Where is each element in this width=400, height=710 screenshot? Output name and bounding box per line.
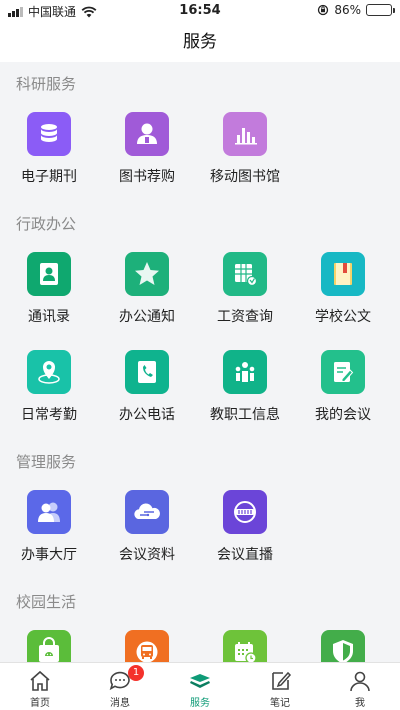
orientation-lock-icon xyxy=(318,4,329,16)
section-title: 管理服务 xyxy=(16,453,77,471)
service-label: 办公电话 xyxy=(119,407,175,423)
home-icon xyxy=(28,669,52,693)
service-item[interactable]: 我的会议 xyxy=(294,342,392,440)
contact-icon[interactable] xyxy=(27,252,71,296)
book-icon[interactable] xyxy=(321,252,365,296)
service-item[interactable]: 办公通知 xyxy=(98,244,196,342)
status-right: 86% xyxy=(317,3,395,17)
layers-icon xyxy=(188,669,212,693)
service-label: 日常考勤 xyxy=(21,407,77,423)
section-title: 行政办公 xyxy=(16,215,77,233)
service-item[interactable]: 电子期刊 xyxy=(0,104,98,202)
calendar-icon[interactable] xyxy=(223,630,267,662)
service-item[interactable]: 学校公文 xyxy=(294,244,392,342)
service-label: 图书荐购 xyxy=(119,169,175,185)
location-icon[interactable] xyxy=(27,350,71,394)
tab-profile[interactable]: 我 xyxy=(320,663,400,710)
users-icon[interactable] xyxy=(27,490,71,534)
database-icon[interactable] xyxy=(27,112,71,156)
status-bar: 中国联通 16:54 86% xyxy=(0,0,400,22)
service-section: 行政办公通讯录 办公通知 工资查询 学校公文日常考勤 办公电话 教职工信息 我的会议 xyxy=(0,202,400,440)
service-section: 校园生活问卷调查校车时刻电子校历一卡通查询 xyxy=(0,580,400,662)
service-item[interactable]: 会议资料 xyxy=(98,482,196,580)
service-item[interactable]: 工资查询 xyxy=(196,244,294,342)
battery-percent: 86% xyxy=(334,3,361,17)
service-item[interactable]: 会议直播 xyxy=(196,482,294,580)
service-item[interactable]: 日常考勤 xyxy=(0,342,98,440)
service-label: 学校公文 xyxy=(315,309,371,325)
people-icon[interactable] xyxy=(223,350,267,394)
tab-label: 笔记 xyxy=(270,698,290,709)
service-label: 教职工信息 xyxy=(210,407,280,423)
tab-label: 首页 xyxy=(30,698,50,709)
star-icon[interactable] xyxy=(125,252,169,296)
broadcast-icon[interactable] xyxy=(223,490,267,534)
service-item[interactable]: 通讯录 xyxy=(0,244,98,342)
spreadsheet-icon[interactable] xyxy=(223,252,267,296)
service-grid: 通讯录 办公通知 工资查询 学校公文日常考勤 办公电话 教职工信息 我的会议 xyxy=(0,244,400,440)
tab-label: 服务 xyxy=(190,698,210,709)
service-section: 管理服务办事大厅 会议资料 会议直播 xyxy=(0,440,400,580)
phone-icon[interactable] xyxy=(125,350,169,394)
service-item[interactable]: 教职工信息 xyxy=(196,342,294,440)
tab-layers[interactable]: 服务 xyxy=(160,663,240,710)
bus-icon[interactable] xyxy=(125,630,169,662)
service-list[interactable]: 科研服务电子期刊 图书荐购 移动图书馆行政办公通讯录 办公通知 工资查询 学校公文日常考勤… xyxy=(0,62,400,662)
service-item[interactable]: 电子校历 xyxy=(196,622,294,662)
service-label: 办公通知 xyxy=(119,309,175,325)
service-item[interactable]: 办公电话 xyxy=(98,342,196,440)
service-item[interactable]: 校车时刻 xyxy=(98,622,196,662)
section-title: 科研服务 xyxy=(16,75,77,93)
service-item[interactable]: 一卡通查询 xyxy=(294,622,392,662)
tab-message[interactable]: 消息 1 xyxy=(80,663,160,710)
tab-note[interactable]: 笔记 xyxy=(240,663,320,710)
service-label: 移动图书馆 xyxy=(210,169,280,185)
service-grid: 办事大厅 会议资料 会议直播 xyxy=(0,482,400,580)
service-label: 我的会议 xyxy=(315,407,371,423)
tab-label: 消息 xyxy=(110,698,130,709)
bag-icon[interactable] xyxy=(27,630,71,662)
battery-icon xyxy=(366,4,395,16)
shield-icon[interactable] xyxy=(321,630,365,662)
service-grid: 电子期刊 图书荐购 移动图书馆 xyxy=(0,104,400,202)
page-title: 服务 xyxy=(183,32,217,52)
section-title: 校园生活 xyxy=(16,593,77,611)
nav-bar: 服务 xyxy=(0,22,400,62)
service-item[interactable]: 问卷调查 xyxy=(0,622,98,662)
tab-bar: 首页 消息 1 服务 笔记 我 xyxy=(0,662,400,710)
service-label: 通讯录 xyxy=(28,309,70,325)
service-grid: 问卷调查校车时刻电子校历一卡通查询 xyxy=(0,622,400,662)
tab-home[interactable]: 首页 xyxy=(0,663,80,710)
unread-badge: 1 xyxy=(128,665,144,681)
note-icon xyxy=(268,669,292,693)
service-label: 办事大厅 xyxy=(21,547,77,563)
service-item[interactable]: 办事大厅 xyxy=(0,482,98,580)
cloud-icon[interactable] xyxy=(125,490,169,534)
service-item[interactable]: 图书荐购 xyxy=(98,104,196,202)
service-label: 会议直播 xyxy=(217,547,273,563)
service-item[interactable]: 移动图书馆 xyxy=(196,104,294,202)
bar-chart-icon[interactable] xyxy=(223,112,267,156)
service-label: 会议资料 xyxy=(119,547,175,563)
service-section: 科研服务电子期刊 图书荐购 移动图书馆 xyxy=(0,62,400,202)
profile-icon xyxy=(348,669,372,693)
edit-icon[interactable] xyxy=(321,350,365,394)
person-icon[interactable] xyxy=(125,112,169,156)
service-label: 工资查询 xyxy=(217,309,273,325)
tab-label: 我 xyxy=(355,698,365,709)
service-label: 电子期刊 xyxy=(21,169,77,185)
